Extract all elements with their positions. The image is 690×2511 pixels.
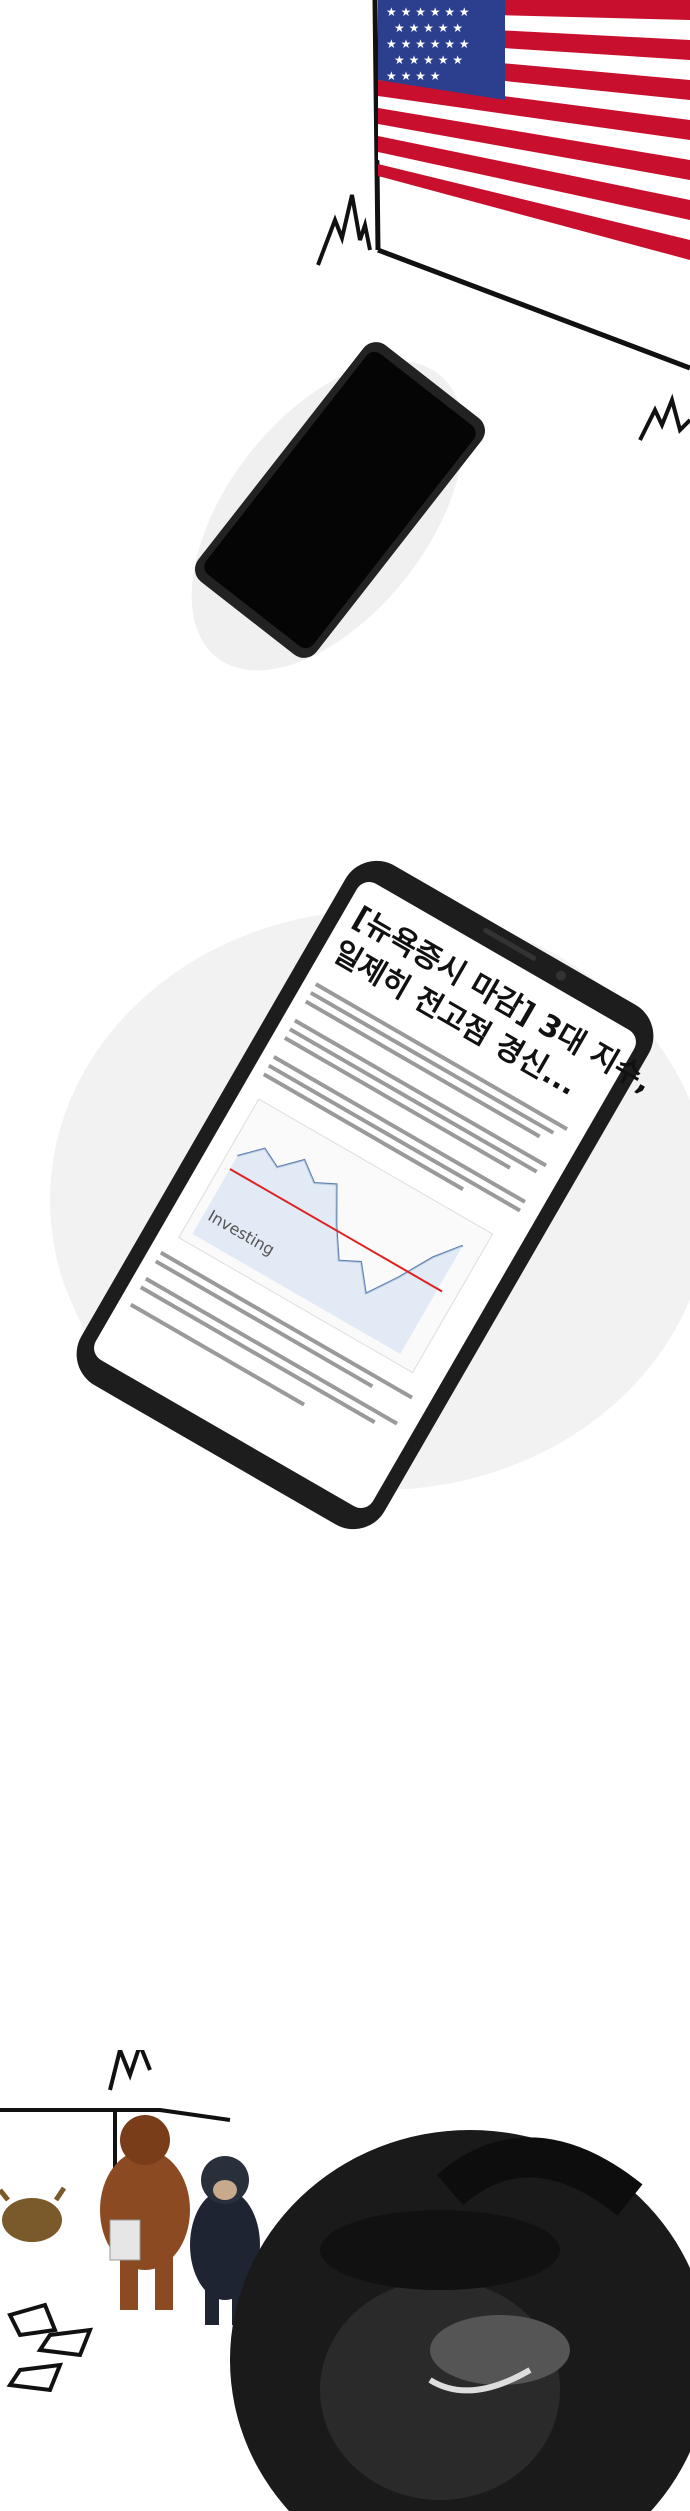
svg-text:★ ★ ★ ★ ★ ★: ★ ★ ★ ★ ★ ★ [386,37,470,51]
bull-statue-icon [0,2186,67,2242]
panel-3-drawing [0,2050,690,2511]
phone-icon [191,342,485,671]
svg-text:★ ★ ★ ★: ★ ★ ★ ★ [386,69,440,83]
svg-text:★ ★ ★ ★ ★ ★: ★ ★ ★ ★ ★ ★ [386,5,470,19]
chimpanzee-closeup-icon [230,2130,690,2511]
panel-1-drawing: ★ ★ ★ ★ ★ ★ ★ ★ ★ ★ ★ ★ ★ ★ ★ ★ ★ ★ ★ ★ … [191,0,690,671]
svg-text:★ ★ ★ ★ ★: ★ ★ ★ ★ ★ [394,21,463,35]
panel-1: ★ ★ ★ ★ ★ ★ ★ ★ ★ ★ ★ ★ ★ ★ ★ ★ ★ ★ ★ ★ … [0,0,690,700]
svg-text:★ ★ ★ ★ ★: ★ ★ ★ ★ ★ [394,53,463,67]
panel-3 [0,2050,690,2511]
panel-2: [뉴욕증시 마감] 3대 지수, 일제히 전고점 경신... Investing [0,840,690,1560]
panel-2-drawing: [뉴욕증시 마감] 3대 지수, 일제히 전고점 경신... Investing [50,860,690,1530]
